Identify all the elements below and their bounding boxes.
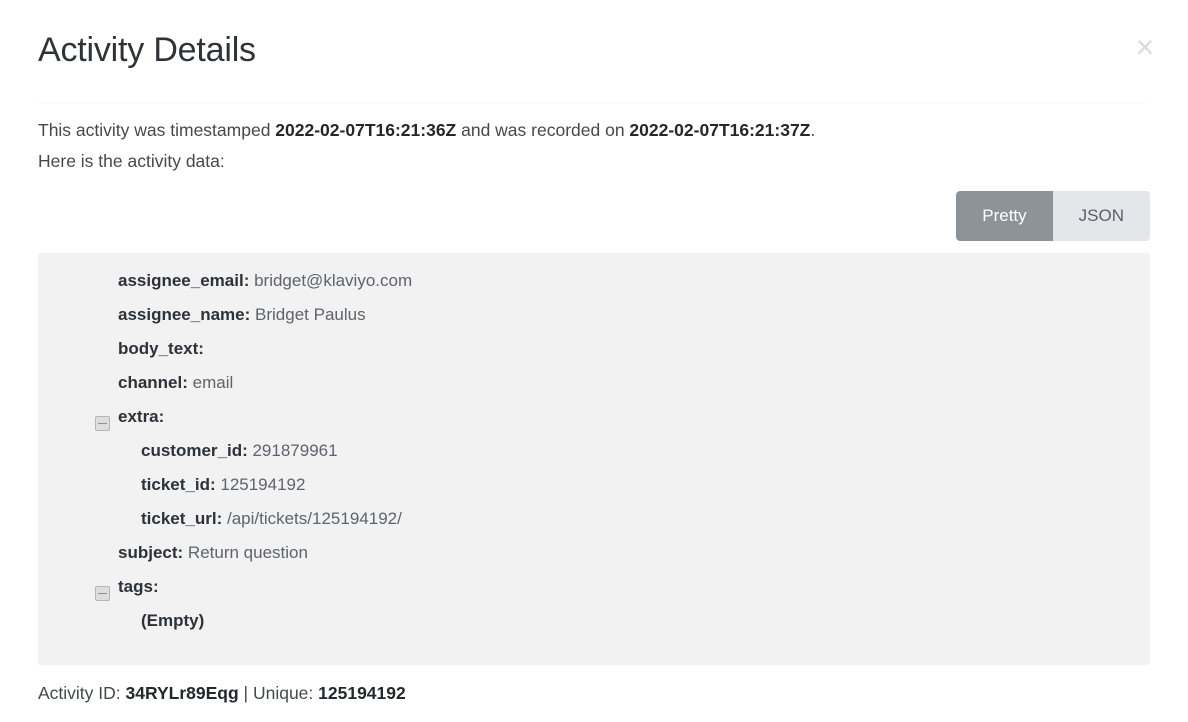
data-value: 291879961 — [247, 440, 338, 460]
activity-id-label: Activity ID: — [38, 682, 126, 703]
collapse-toggle-icon[interactable] — [95, 585, 110, 601]
data-value: email — [187, 372, 234, 392]
unique-label: Unique: — [252, 682, 319, 703]
intro-suffix: . — [810, 119, 816, 140]
data-key: extra: — [118, 406, 165, 426]
data-value: 125194192 — [215, 474, 306, 494]
data-row: ticket_url: /api/tickets/125194192/ — [38, 509, 1150, 543]
data-row: assignee_email: bridget@klaviyo.com — [38, 271, 1150, 305]
page-title: Activity Details — [38, 31, 256, 69]
timestamped-value: 2022-02-07T16:21:36Z — [275, 119, 457, 140]
data-key: (Empty) — [141, 610, 205, 630]
data-key: body_text: — [118, 338, 204, 358]
intro-prefix: This activity was timestamped — [38, 119, 276, 140]
intro-middle: and was recorded on — [456, 119, 630, 140]
data-value: bridget@klaviyo.com — [249, 270, 413, 290]
header-divider — [38, 103, 1150, 104]
data-key: subject: — [118, 542, 184, 562]
data-value: /api/tickets/125194192/ — [222, 508, 402, 528]
data-row: ticket_id: 125194192 — [38, 475, 1150, 509]
unique-value: 125194192 — [318, 682, 406, 703]
data-row: subject: Return question — [38, 543, 1150, 577]
modal-body: This activity was timestamped 2022-02-07… — [0, 115, 1188, 665]
data-row: body_text: — [38, 339, 1150, 373]
modal-footer: Activity ID: 34RYLr89Eqg | Unique: 12519… — [0, 679, 1188, 707]
data-row: tags: — [38, 577, 1150, 611]
modal-header: Activity Details × — [0, 0, 1188, 104]
footer-separator: | — [238, 682, 253, 703]
data-value: Bridget Paulus — [250, 304, 366, 324]
intro-line2: Here is the activity data: — [38, 150, 225, 171]
data-row: channel: email — [38, 373, 1150, 407]
data-key: ticket_url: — [141, 508, 223, 528]
data-row: extra: — [38, 407, 1150, 441]
data-key: ticket_id: — [141, 474, 216, 494]
data-row: customer_id: 291879961 — [38, 441, 1150, 475]
data-key: assignee_name: — [118, 304, 251, 324]
data-value: Return question — [183, 542, 308, 562]
activity-data-panel: assignee_email: bridget@klaviyo.com assig… — [38, 252, 1150, 665]
view-toggle-row: Pretty JSON — [38, 190, 1150, 241]
activity-id-value: 34RYLr89Eqg — [125, 682, 239, 703]
data-row: (Empty) — [38, 611, 1150, 645]
collapse-toggle-icon[interactable] — [95, 415, 110, 431]
data-key: tags: — [118, 576, 159, 596]
data-key: assignee_email: — [118, 270, 250, 290]
recorded-value: 2022-02-07T16:21:37Z — [629, 119, 811, 140]
tab-json[interactable]: JSON — [1052, 190, 1150, 241]
activity-details-modal: Activity Details × This activity was tim… — [0, 0, 1188, 722]
view-toggle-group: Pretty JSON — [956, 190, 1150, 241]
activity-intro-text: This activity was timestamped 2022-02-07… — [38, 115, 1150, 177]
data-key: channel: — [118, 372, 188, 392]
close-icon[interactable]: × — [1128, 30, 1162, 64]
tab-pretty[interactable]: Pretty — [956, 190, 1053, 241]
data-row: assignee_name: Bridget Paulus — [38, 305, 1150, 339]
data-key: customer_id: — [141, 440, 248, 460]
